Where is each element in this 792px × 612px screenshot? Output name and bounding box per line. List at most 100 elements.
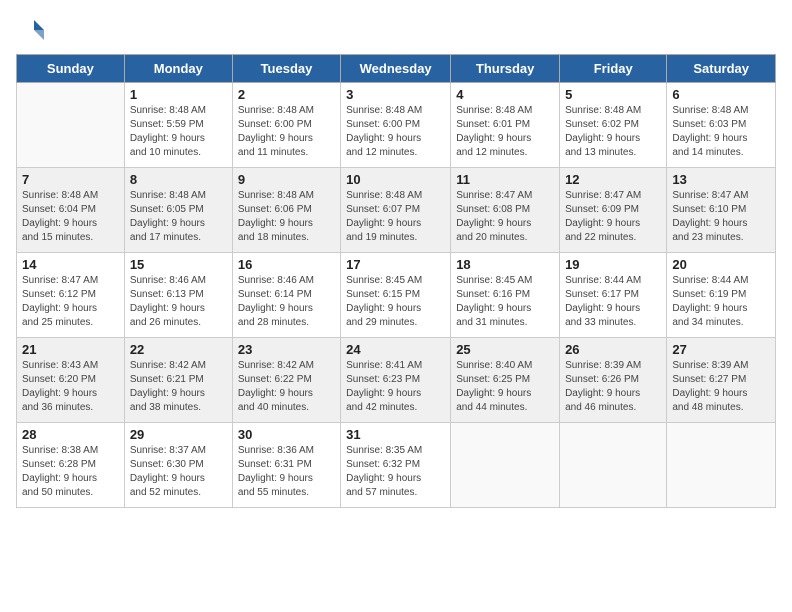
day-header-monday: Monday <box>124 55 232 83</box>
day-header-tuesday: Tuesday <box>232 55 340 83</box>
day-number: 22 <box>130 342 227 357</box>
day-info: Sunrise: 8:47 AM Sunset: 6:10 PM Dayligh… <box>672 189 770 245</box>
calendar-day-cell <box>17 83 125 168</box>
calendar-week-row: 7 Sunrise: 8:48 AM Sunset: 6:04 PM Daylig… <box>17 168 776 253</box>
calendar-day-cell: 17 Sunrise: 8:45 AM Sunset: 6:15 PM Dayli… <box>341 253 451 338</box>
day-number: 17 <box>346 257 445 272</box>
calendar-day-cell: 27 Sunrise: 8:39 AM Sunset: 6:27 PM Dayli… <box>667 338 776 423</box>
day-info: Sunrise: 8:48 AM Sunset: 6:01 PM Dayligh… <box>456 104 554 160</box>
day-number: 15 <box>130 257 227 272</box>
day-info: Sunrise: 8:48 AM Sunset: 6:07 PM Dayligh… <box>346 189 445 245</box>
day-number: 26 <box>565 342 661 357</box>
calendar-day-cell: 13 Sunrise: 8:47 AM Sunset: 6:10 PM Dayli… <box>667 168 776 253</box>
day-info: Sunrise: 8:44 AM Sunset: 6:19 PM Dayligh… <box>672 274 770 330</box>
calendar-day-cell: 23 Sunrise: 8:42 AM Sunset: 6:22 PM Dayli… <box>232 338 340 423</box>
calendar-week-row: 1 Sunrise: 8:48 AM Sunset: 5:59 PM Daylig… <box>17 83 776 168</box>
calendar-day-cell: 5 Sunrise: 8:48 AM Sunset: 6:02 PM Daylig… <box>560 83 667 168</box>
day-number: 24 <box>346 342 445 357</box>
day-number: 30 <box>238 427 335 442</box>
calendar-week-row: 14 Sunrise: 8:47 AM Sunset: 6:12 PM Dayli… <box>17 253 776 338</box>
day-info: Sunrise: 8:48 AM Sunset: 6:06 PM Dayligh… <box>238 189 335 245</box>
day-info: Sunrise: 8:43 AM Sunset: 6:20 PM Dayligh… <box>22 359 119 415</box>
day-info: Sunrise: 8:47 AM Sunset: 6:08 PM Dayligh… <box>456 189 554 245</box>
calendar-week-row: 21 Sunrise: 8:43 AM Sunset: 6:20 PM Dayli… <box>17 338 776 423</box>
calendar-day-cell: 21 Sunrise: 8:43 AM Sunset: 6:20 PM Dayli… <box>17 338 125 423</box>
day-number: 21 <box>22 342 119 357</box>
day-info: Sunrise: 8:46 AM Sunset: 6:14 PM Dayligh… <box>238 274 335 330</box>
calendar-day-cell: 2 Sunrise: 8:48 AM Sunset: 6:00 PM Daylig… <box>232 83 340 168</box>
day-number: 25 <box>456 342 554 357</box>
day-info: Sunrise: 8:42 AM Sunset: 6:21 PM Dayligh… <box>130 359 227 415</box>
calendar-day-cell: 22 Sunrise: 8:42 AM Sunset: 6:21 PM Dayli… <box>124 338 232 423</box>
day-number: 20 <box>672 257 770 272</box>
calendar-day-cell: 24 Sunrise: 8:41 AM Sunset: 6:23 PM Dayli… <box>341 338 451 423</box>
day-info: Sunrise: 8:36 AM Sunset: 6:31 PM Dayligh… <box>238 444 335 500</box>
day-info: Sunrise: 8:47 AM Sunset: 6:12 PM Dayligh… <box>22 274 119 330</box>
day-info: Sunrise: 8:41 AM Sunset: 6:23 PM Dayligh… <box>346 359 445 415</box>
day-info: Sunrise: 8:40 AM Sunset: 6:25 PM Dayligh… <box>456 359 554 415</box>
day-info: Sunrise: 8:48 AM Sunset: 6:02 PM Dayligh… <box>565 104 661 160</box>
day-number: 2 <box>238 87 335 102</box>
calendar-day-cell <box>667 423 776 508</box>
calendar-day-cell: 20 Sunrise: 8:44 AM Sunset: 6:19 PM Dayli… <box>667 253 776 338</box>
day-info: Sunrise: 8:39 AM Sunset: 6:26 PM Dayligh… <box>565 359 661 415</box>
day-info: Sunrise: 8:45 AM Sunset: 6:15 PM Dayligh… <box>346 274 445 330</box>
day-number: 12 <box>565 172 661 187</box>
day-number: 14 <box>22 257 119 272</box>
calendar-day-cell: 8Sunrise: 8:48 AM Sunset: 6:05 PM Daylig… <box>124 168 232 253</box>
day-info: Sunrise: 8:47 AM Sunset: 6:09 PM Dayligh… <box>565 189 661 245</box>
day-number: 4 <box>456 87 554 102</box>
day-info: Sunrise: 8:39 AM Sunset: 6:27 PM Dayligh… <box>672 359 770 415</box>
calendar-day-cell: 28 Sunrise: 8:38 AM Sunset: 6:28 PM Dayli… <box>17 423 125 508</box>
calendar-day-cell: 1 Sunrise: 8:48 AM Sunset: 5:59 PM Daylig… <box>124 83 232 168</box>
day-number: 10 <box>346 172 445 187</box>
day-info: Sunrise: 8:48 AM Sunset: 6:04 PM Dayligh… <box>22 189 119 245</box>
day-info: Sunrise: 8:48 AM Sunset: 6:05 PM Dayligh… <box>130 189 227 245</box>
day-number: 1 <box>130 87 227 102</box>
day-info: Sunrise: 8:48 AM Sunset: 5:59 PM Dayligh… <box>130 104 227 160</box>
day-info: Sunrise: 8:42 AM Sunset: 6:22 PM Dayligh… <box>238 359 335 415</box>
day-header-sunday: Sunday <box>17 55 125 83</box>
day-info: Sunrise: 8:48 AM Sunset: 6:00 PM Dayligh… <box>238 104 335 160</box>
calendar-day-cell <box>451 423 560 508</box>
day-info: Sunrise: 8:38 AM Sunset: 6:28 PM Dayligh… <box>22 444 119 500</box>
logo-icon <box>16 16 46 46</box>
day-number: 7 <box>22 172 119 187</box>
day-number: 5 <box>565 87 661 102</box>
calendar-day-cell: 29Sunrise: 8:37 AM Sunset: 6:30 PM Dayli… <box>124 423 232 508</box>
calendar-table: SundayMondayTuesdayWednesdayThursdayFrid… <box>16 54 776 508</box>
calendar-day-cell: 18 Sunrise: 8:45 AM Sunset: 6:16 PM Dayli… <box>451 253 560 338</box>
day-header-saturday: Saturday <box>667 55 776 83</box>
day-number: 18 <box>456 257 554 272</box>
calendar-day-cell: 6 Sunrise: 8:48 AM Sunset: 6:03 PM Daylig… <box>667 83 776 168</box>
day-info: Sunrise: 8:48 AM Sunset: 6:03 PM Dayligh… <box>672 104 770 160</box>
calendar-day-cell: 30 Sunrise: 8:36 AM Sunset: 6:31 PM Dayli… <box>232 423 340 508</box>
calendar-day-cell: 26 Sunrise: 8:39 AM Sunset: 6:26 PM Dayli… <box>560 338 667 423</box>
day-number: 19 <box>565 257 661 272</box>
day-number: 6 <box>672 87 770 102</box>
day-info: Sunrise: 8:44 AM Sunset: 6:17 PM Dayligh… <box>565 274 661 330</box>
day-number: 27 <box>672 342 770 357</box>
day-info: Sunrise: 8:48 AM Sunset: 6:00 PM Dayligh… <box>346 104 445 160</box>
day-number: 11 <box>456 172 554 187</box>
day-info: Sunrise: 8:45 AM Sunset: 6:16 PM Dayligh… <box>456 274 554 330</box>
calendar-day-cell: 10 Sunrise: 8:48 AM Sunset: 6:07 PM Dayli… <box>341 168 451 253</box>
day-number: 16 <box>238 257 335 272</box>
calendar-day-cell: 3Sunrise: 8:48 AM Sunset: 6:00 PM Daylig… <box>341 83 451 168</box>
calendar-week-row: 28 Sunrise: 8:38 AM Sunset: 6:28 PM Dayli… <box>17 423 776 508</box>
day-number: 28 <box>22 427 119 442</box>
calendar-day-cell: 15Sunrise: 8:46 AM Sunset: 6:13 PM Dayli… <box>124 253 232 338</box>
day-info: Sunrise: 8:35 AM Sunset: 6:32 PM Dayligh… <box>346 444 445 500</box>
calendar-day-cell: 19 Sunrise: 8:44 AM Sunset: 6:17 PM Dayli… <box>560 253 667 338</box>
calendar-day-cell: 4 Sunrise: 8:48 AM Sunset: 6:01 PM Daylig… <box>451 83 560 168</box>
day-number: 9 <box>238 172 335 187</box>
calendar-day-cell: 11 Sunrise: 8:47 AM Sunset: 6:08 PM Dayli… <box>451 168 560 253</box>
calendar-day-cell: 16 Sunrise: 8:46 AM Sunset: 6:14 PM Dayli… <box>232 253 340 338</box>
day-header-friday: Friday <box>560 55 667 83</box>
calendar-day-cell: 14 Sunrise: 8:47 AM Sunset: 6:12 PM Dayli… <box>17 253 125 338</box>
calendar-day-cell: 12 Sunrise: 8:47 AM Sunset: 6:09 PM Dayli… <box>560 168 667 253</box>
day-number: 31 <box>346 427 445 442</box>
day-number: 23 <box>238 342 335 357</box>
day-header-thursday: Thursday <box>451 55 560 83</box>
day-number: 13 <box>672 172 770 187</box>
